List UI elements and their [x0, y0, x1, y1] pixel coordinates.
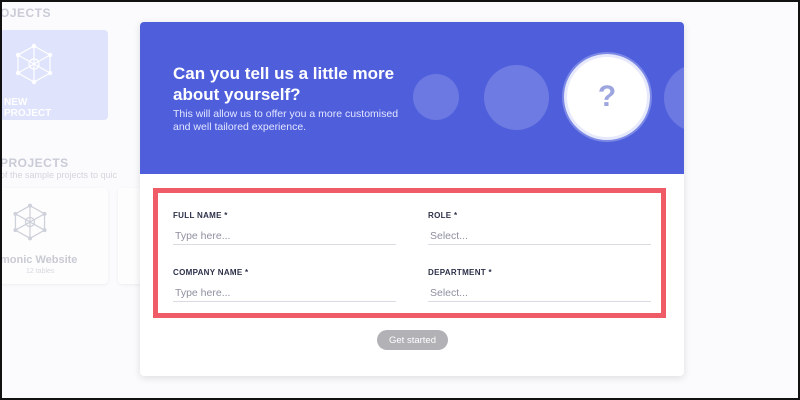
profile-form: FULL NAME * ROLE * COMPANY NAME * DEPART…	[153, 188, 666, 318]
get-started-button[interactable]: Get started	[377, 330, 448, 350]
modal-subtitle: This will allow us to offer you a more c…	[173, 108, 399, 133]
role-select[interactable]	[428, 227, 651, 245]
question-mark-icon: ?	[564, 54, 650, 140]
onboarding-modal: Can you tell us a little more about your…	[140, 22, 684, 376]
decorative-bubble	[484, 65, 549, 130]
role-label: ROLE *	[428, 211, 458, 220]
network-icon	[13, 203, 47, 241]
full-name-label: FULL NAME *	[173, 211, 228, 220]
company-name-label: COMPANY NAME *	[173, 268, 249, 277]
new-project-label: NEW PROJECT	[4, 97, 52, 119]
sample-project-card[interactable]: monic Website 12 tables	[0, 188, 108, 284]
sample-projects-heading: PROJECTS	[0, 156, 69, 170]
sample-project-title: monic Website	[0, 254, 78, 266]
decorative-bubble	[664, 64, 684, 132]
modal-hero: Can you tell us a little more about your…	[140, 22, 684, 174]
department-label: DEPARTMENT *	[428, 268, 492, 277]
department-select[interactable]	[428, 284, 651, 302]
network-icon	[15, 43, 53, 85]
new-project-card[interactable]: NEW PROJECT	[0, 30, 108, 120]
sample-projects-subtitle: of the sample projects to quic	[0, 170, 118, 180]
sample-project-meta: 12 tables	[26, 268, 55, 275]
company-name-input[interactable]	[173, 284, 396, 302]
modal-title: Can you tell us a little more about your…	[173, 64, 395, 104]
decorative-bubble	[413, 74, 459, 120]
full-name-input[interactable]	[173, 227, 396, 245]
projects-heading: OJECTS	[0, 6, 52, 20]
